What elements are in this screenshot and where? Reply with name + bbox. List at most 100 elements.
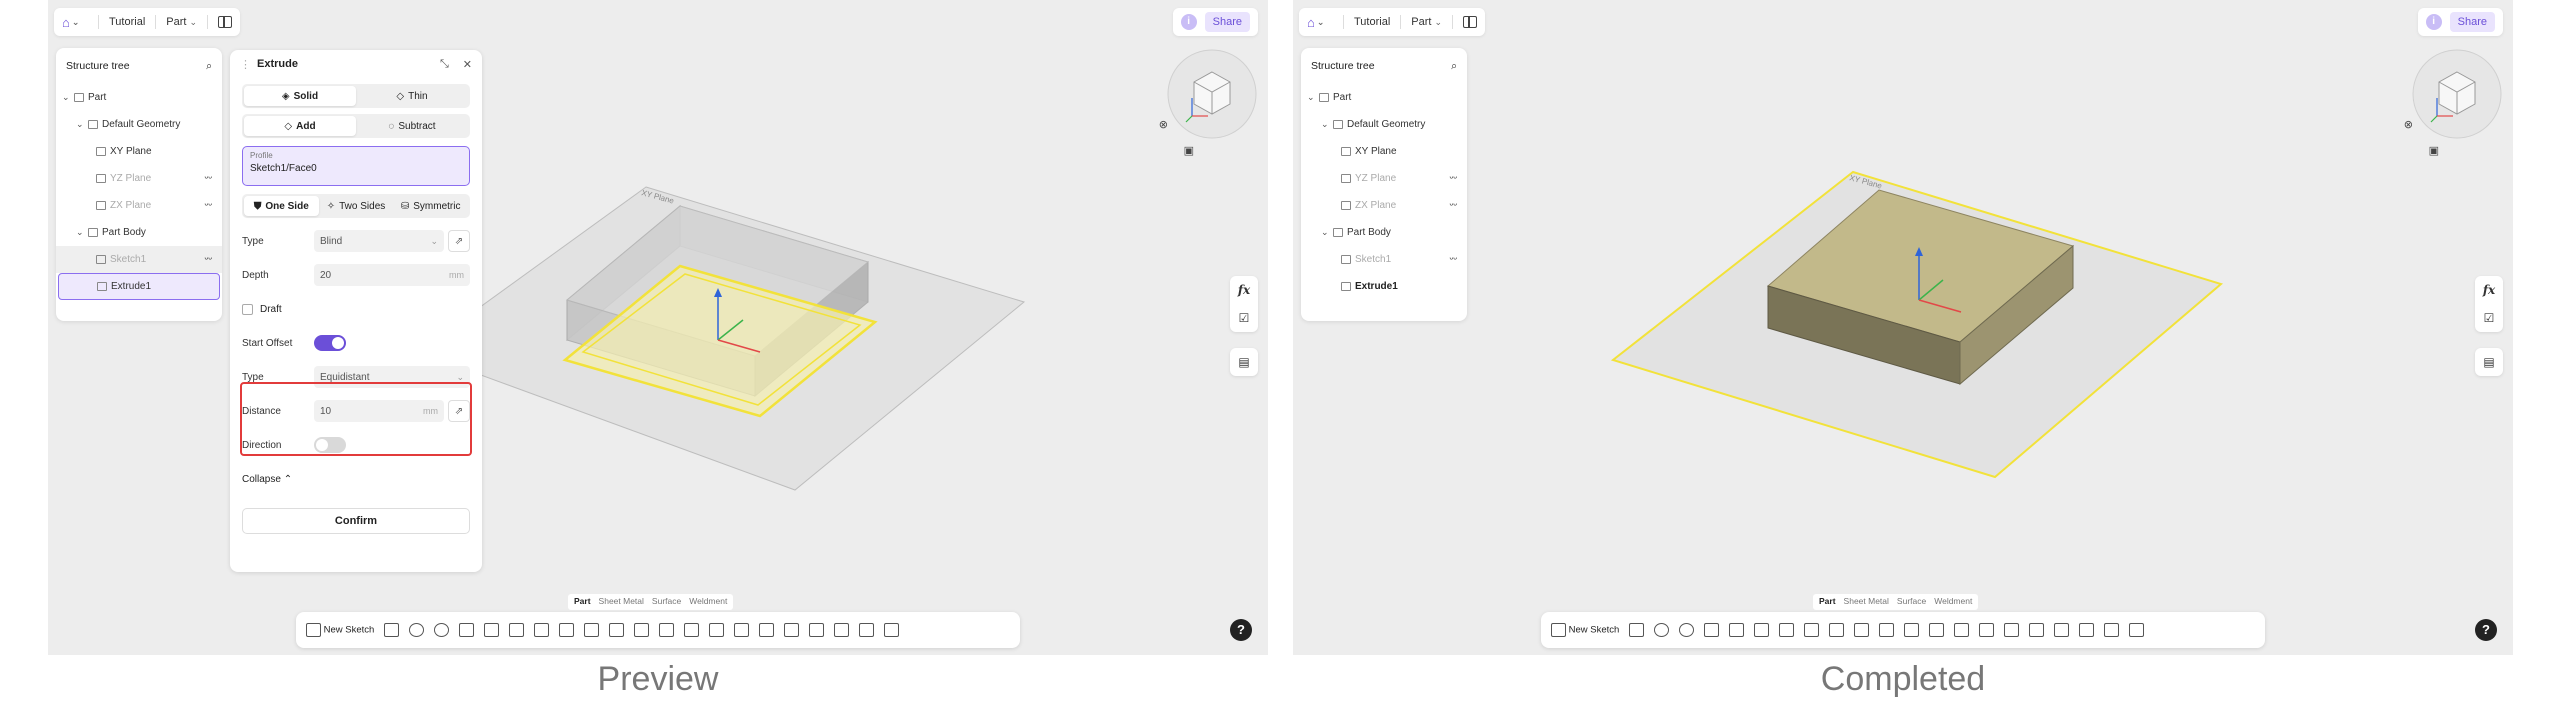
panel-icon[interactable]: ▤ (1238, 348, 1249, 376)
type-select[interactable]: Blind ⌄ (314, 230, 444, 252)
depth-input[interactable]: 20 mm (314, 264, 470, 286)
eye-closed-icon[interactable]: ᵕᵕ (1449, 254, 1457, 265)
panel-icon[interactable]: ▤ (2483, 348, 2494, 376)
rib-tool-icon[interactable] (1729, 623, 1745, 637)
add-option[interactable]: ◇ Add (244, 116, 356, 136)
eye-closed-icon[interactable]: ᵕᵕ (204, 254, 212, 265)
breadcrumb-part[interactable]: Part ⌄ (166, 16, 197, 28)
reverse-direction-button[interactable]: ⇗ (448, 230, 470, 252)
more-tools-icon[interactable] (884, 623, 900, 637)
scale-tool-icon[interactable] (759, 623, 775, 637)
fillet-tool-icon[interactable] (1779, 623, 1795, 637)
checklist-icon[interactable]: ☑ (2484, 304, 2495, 332)
sidebar-toggle-icon[interactable] (218, 16, 233, 28)
tab-surface[interactable]: Surface (649, 595, 684, 609)
thicken-tool-icon[interactable] (784, 623, 800, 637)
tab-weldment[interactable]: Weldment (686, 595, 730, 609)
measure-tool-icon[interactable] (2054, 623, 2070, 637)
tree-item-yz-plane[interactable]: YZ Plane ᵕᵕ (1301, 165, 1467, 192)
drag-handle-icon[interactable]: ⋮ (240, 58, 251, 71)
boolean-tool-icon[interactable] (684, 623, 700, 637)
sweep-tool-icon[interactable] (1679, 623, 1695, 637)
tree-item-part[interactable]: ⌄ Part (1301, 84, 1467, 111)
offset-type-select[interactable]: Equidistant ⌄ (314, 366, 470, 388)
tab-part[interactable]: Part (1816, 595, 1839, 609)
split-tool-icon[interactable] (1954, 623, 1970, 637)
thicken-tool-icon[interactable] (2029, 623, 2045, 637)
revolve-tool-icon[interactable] (409, 623, 425, 637)
tree-item-yz-plane[interactable]: YZ Plane ᵕᵕ (56, 165, 222, 192)
eye-closed-icon[interactable]: ᵕᵕ (1449, 200, 1457, 211)
loft-tool-icon[interactable] (1704, 623, 1720, 637)
tree-item-zx-plane[interactable]: ZX Plane ᵕᵕ (56, 192, 222, 219)
fillet-tool-icon[interactable] (534, 623, 550, 637)
help-button[interactable]: ? (1230, 619, 1252, 641)
breadcrumb-tutorial[interactable]: Tutorial (109, 16, 145, 28)
share-button[interactable]: Share (1204, 12, 1250, 32)
draft-checkbox[interactable] (242, 303, 253, 315)
draft-tool-icon[interactable] (584, 623, 600, 637)
sweep-tool-icon[interactable] (434, 623, 450, 637)
pattern-tool-icon[interactable] (1879, 623, 1895, 637)
info-icon[interactable]: i (2425, 14, 2442, 30)
shell-tool-icon[interactable] (609, 623, 625, 637)
start-offset-switch[interactable] (314, 335, 346, 351)
thin-option[interactable]: ◇ Thin (356, 86, 468, 106)
mirror-tool-icon[interactable] (1904, 623, 1920, 637)
distance-input[interactable]: 10 mm (314, 400, 444, 422)
checklist-icon[interactable]: ☑ (1239, 304, 1250, 332)
fx-icon[interactable]: fx (2483, 276, 2495, 304)
tree-item-xy-plane[interactable]: XY Plane (1301, 138, 1467, 165)
app-logo-menu[interactable]: ⌂ ⌄ (62, 13, 88, 31)
more-tools-icon[interactable] (2129, 623, 2145, 637)
close-icon[interactable]: ✕ (463, 58, 472, 71)
one-side-option[interactable]: ⛊ One Side (244, 196, 319, 216)
section-tool-icon[interactable] (2079, 623, 2095, 637)
direction-switch[interactable] (314, 437, 346, 453)
tree-item-sketch1[interactable]: Sketch1 ᵕᵕ (1301, 246, 1467, 273)
extrude-tool-icon[interactable] (1629, 623, 1645, 637)
chamfer-tool-icon[interactable] (559, 623, 575, 637)
fx-icon[interactable]: fx (1238, 276, 1250, 304)
symmetric-option[interactable]: ⛁ Symmetric (393, 196, 468, 216)
eye-closed-icon[interactable]: ᵕᵕ (1449, 173, 1457, 184)
profile-field[interactable]: Profile Sketch1/Face0 (242, 146, 470, 186)
tree-item-zx-plane[interactable]: ZX Plane ᵕᵕ (1301, 192, 1467, 219)
collapse-toggle[interactable]: Collapse ⌃ (242, 474, 292, 485)
reference-tool-icon[interactable] (859, 623, 875, 637)
tree-item-extrude1[interactable]: Extrude1 (1301, 273, 1467, 300)
sidebar-toggle-icon[interactable] (1463, 16, 1478, 28)
hole-tool-icon[interactable] (509, 623, 525, 637)
chamfer-tool-icon[interactable] (1804, 623, 1820, 637)
tree-item-default-geometry[interactable]: ⌄ Default Geometry (56, 111, 222, 138)
boolean-tool-icon[interactable] (1929, 623, 1945, 637)
move-tool-icon[interactable] (1979, 623, 1995, 637)
eye-closed-icon[interactable]: ᵕᵕ (204, 173, 212, 184)
tab-weldment[interactable]: Weldment (1931, 595, 1975, 609)
tree-item-part-body[interactable]: ⌄ Part Body (56, 219, 222, 246)
tab-sheet-metal[interactable]: Sheet Metal (1841, 595, 1892, 609)
view-cube[interactable] (2409, 46, 2505, 142)
app-logo-menu[interactable]: ⌂ ⌄ (1307, 13, 1333, 31)
subtract-option[interactable]: ◌ Subtract (356, 116, 468, 136)
tree-item-extrude1[interactable]: Extrude1 (58, 273, 220, 300)
tree-item-part[interactable]: ⌄ Part (56, 84, 222, 111)
new-sketch-button[interactable]: New Sketch (306, 623, 374, 637)
split-tool-icon[interactable] (709, 623, 725, 637)
revolve-tool-icon[interactable] (1654, 623, 1670, 637)
help-button[interactable]: ? (2475, 619, 2497, 641)
loft-tool-icon[interactable] (459, 623, 475, 637)
breadcrumb-tutorial[interactable]: Tutorial (1354, 16, 1390, 28)
reference-tool-icon[interactable] (2104, 623, 2120, 637)
view-cube[interactable] (1164, 46, 1260, 142)
rib-tool-icon[interactable] (484, 623, 500, 637)
tree-item-default-geometry[interactable]: ⌄ Default Geometry (1301, 111, 1467, 138)
two-sides-option[interactable]: ✧ Two Sides (319, 196, 394, 216)
tree-item-sketch1[interactable]: Sketch1 ᵕᵕ (56, 246, 222, 273)
tree-item-part-body[interactable]: ⌄ Part Body (1301, 219, 1467, 246)
fit-view-icon[interactable]: ⊗ (1159, 118, 1168, 131)
new-sketch-button[interactable]: New Sketch (1551, 623, 1619, 637)
measure-tool-icon[interactable] (809, 623, 825, 637)
section-tool-icon[interactable] (834, 623, 850, 637)
pin-icon[interactable]: ⤡ (440, 58, 449, 71)
